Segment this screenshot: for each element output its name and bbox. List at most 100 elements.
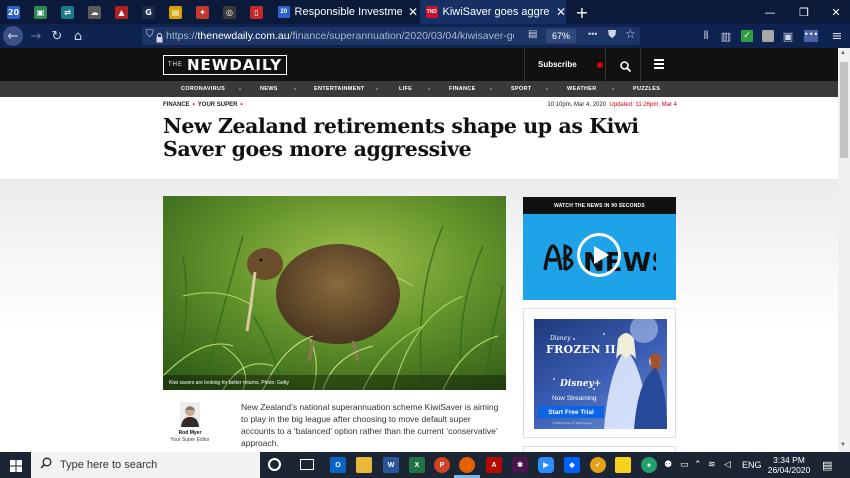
nav-weather[interactable]: WEATHER xyxy=(567,81,597,97)
tag-finance[interactable]: FINANCE xyxy=(163,102,190,108)
nav-finance[interactable]: FINANCE xyxy=(449,81,476,97)
pinned-tab[interactable]: ▣ xyxy=(27,0,54,24)
zoom-app-icon[interactable]: ▶ xyxy=(538,457,554,473)
new-tab-button[interactable]: + xyxy=(566,0,598,24)
article-section-tags: FINANCE • YOUR SUPER • xyxy=(163,102,246,108)
extension-check-icon[interactable]: ✓ xyxy=(737,27,757,45)
tray-people-icon[interactable]: ⚉ xyxy=(664,452,672,478)
search-placeholder: Type here to search xyxy=(60,459,158,471)
published-date: 10:10pm, Mar 4, 2020 xyxy=(547,102,607,108)
play-button-icon[interactable] xyxy=(577,233,621,277)
lock-icon[interactable] xyxy=(156,30,163,43)
extension-box-icon[interactable]: ▣ xyxy=(778,27,798,45)
tag-your-super[interactable]: YOUR SUPER xyxy=(198,102,238,108)
tab-kiwisaver[interactable]: TND KiwiSaver goes aggressive and ✕ xyxy=(420,0,566,24)
library-icon[interactable]: ⫴ xyxy=(696,27,716,45)
2-calendar-icon: 20 xyxy=(7,5,20,19)
extension-gray-icon[interactable] xyxy=(758,27,778,45)
acrobat-icon[interactable]: A xyxy=(486,457,502,473)
tray-chevron-icon[interactable]: ⌃ xyxy=(694,452,702,478)
author-name[interactable]: Rod Myer xyxy=(163,430,217,436)
subscribe-dot-icon xyxy=(596,61,603,68)
tray-battery-icon[interactable]: ▭ xyxy=(680,452,689,478)
scroll-down-icon[interactable]: ▼ xyxy=(840,442,846,448)
start-button[interactable] xyxy=(10,459,22,472)
nav-entertainment[interactable]: ENTERTAINMENT xyxy=(314,81,365,97)
minimize-button[interactable]: — xyxy=(754,0,786,24)
search-icon[interactable] xyxy=(620,59,632,77)
system-clock[interactable]: 3:34 PM 26/04/2020 xyxy=(764,455,814,475)
reader-view-icon[interactable]: ▤ xyxy=(528,29,537,40)
forward-button[interactable]: → xyxy=(26,27,46,45)
zoom-level-button[interactable]: 67% xyxy=(546,29,576,43)
chat-app-icon[interactable]: ● xyxy=(641,457,657,473)
powerpoint-icon[interactable]: P xyxy=(434,457,450,473)
nav-puzzles[interactable]: PUZZLES xyxy=(633,81,660,97)
address-bar[interactable]: ⛉ https://thenewdaily.com.au/finance/sup… xyxy=(142,27,640,45)
task-view-icon[interactable] xyxy=(300,459,314,470)
menu-icon[interactable] xyxy=(654,59,664,69)
tab-title: KiwiSaver goes aggressive and xyxy=(442,6,550,18)
subscribe-button[interactable]: Subscribe xyxy=(538,48,603,81)
shield-icon[interactable]: ⛉ xyxy=(146,29,154,40)
bookmark-star-icon[interactable]: ☆ xyxy=(625,27,636,41)
page-scrollbar[interactable]: ▲ ▼ xyxy=(838,48,850,452)
scrollbar-thumb[interactable] xyxy=(840,62,848,158)
outlook-icon[interactable]: O xyxy=(330,457,346,473)
excel-icon[interactable]: X xyxy=(409,457,425,473)
home-button[interactable]: ⌂ xyxy=(68,27,88,45)
reload-button[interactable]: ↻ xyxy=(47,27,67,45)
pinned-tab[interactable]: ▲ xyxy=(108,0,135,24)
pinned-tab[interactable]: ▯ xyxy=(243,0,270,24)
pocket-icon[interactable]: ⛊ xyxy=(608,28,616,42)
todo-check-icon[interactable]: ✓ xyxy=(590,457,606,473)
news-video-header: WATCH THE NEWS IN 90 SECONDS xyxy=(523,197,676,214)
nav-news[interactable]: NEWS xyxy=(260,81,278,97)
slack-icon[interactable]: ✱ xyxy=(512,457,528,473)
logo-the: THE xyxy=(168,62,183,68)
file-explorer-icon[interactable] xyxy=(356,457,372,473)
pinned-tab[interactable]: ▤ xyxy=(162,0,189,24)
extension-dots-icon[interactable]: ••• xyxy=(801,27,821,45)
nav-separator xyxy=(546,88,548,90)
tab-close-icon[interactable]: ✕ xyxy=(556,5,566,19)
clock-time: 3:34 PM xyxy=(773,455,805,465)
pinned-tab[interactable]: ✦ xyxy=(189,0,216,24)
start-free-trial-button[interactable]: Start Free Trial xyxy=(538,406,604,418)
tab-responsible-investment[interactable]: 20 Responsible Investment Associ ✕ xyxy=(272,0,418,24)
pinned-tab[interactable]: G xyxy=(135,0,162,24)
disney-plus-frozen-ad[interactable]: Disney FROZEN II Disney+ Now Streaming S… xyxy=(534,319,667,429)
language-indicator[interactable]: ENG xyxy=(742,452,762,478)
author-avatar[interactable] xyxy=(180,402,200,427)
nav-life[interactable]: LIFE xyxy=(399,81,412,97)
nav-sport[interactable]: SPORT xyxy=(511,81,531,97)
firefox-icon[interactable] xyxy=(459,457,475,473)
back-button[interactable]: ← xyxy=(3,26,23,46)
pinned-tab[interactable]: 20 xyxy=(0,0,27,24)
restore-button[interactable]: ❐ xyxy=(788,0,820,24)
tab-close-icon[interactable]: ✕ xyxy=(408,5,418,19)
pinned-tab[interactable]: ☁ xyxy=(81,0,108,24)
taskbar-search-box[interactable]: Type here to search xyxy=(31,452,260,478)
ad-streaming-text: Now Streaming xyxy=(552,395,597,402)
dropbox-icon[interactable]: ◆ xyxy=(564,457,580,473)
news-icon: ▤ xyxy=(169,5,182,19)
pinned-tab[interactable]: ⇄ xyxy=(54,0,81,24)
action-center-icon[interactable]: ▤ xyxy=(822,452,832,478)
category-nav: CORONAVIRUS NEWS ENTERTAINMENT LIFE FINA… xyxy=(0,81,838,97)
watch-news-video[interactable]: WATCH THE NEWS IN 90 SECONDS NEWS xyxy=(523,197,676,300)
hamburger-menu-icon[interactable]: ≡ xyxy=(827,27,847,45)
sticky-notes-icon[interactable] xyxy=(615,457,631,473)
tray-wifi-icon[interactable]: ≋ xyxy=(708,452,716,478)
site-logo[interactable]: THE NEWDAILY xyxy=(163,55,288,75)
tray-volume-icon[interactable]: ◁ xyxy=(724,452,731,478)
cortana-icon[interactable] xyxy=(268,458,281,471)
pinned-tab[interactable]: ◎ xyxy=(216,0,243,24)
scroll-up-icon[interactable]: ▲ xyxy=(840,50,846,56)
close-window-button[interactable]: ✕ xyxy=(820,0,850,24)
tag-separator: • xyxy=(192,102,195,108)
word-icon[interactable]: W xyxy=(383,457,399,473)
page-actions-icon[interactable]: ••• xyxy=(588,29,597,39)
nav-coronavirus[interactable]: CORONAVIRUS xyxy=(181,81,225,97)
sidebar-icon[interactable]: ▥ xyxy=(716,27,736,45)
